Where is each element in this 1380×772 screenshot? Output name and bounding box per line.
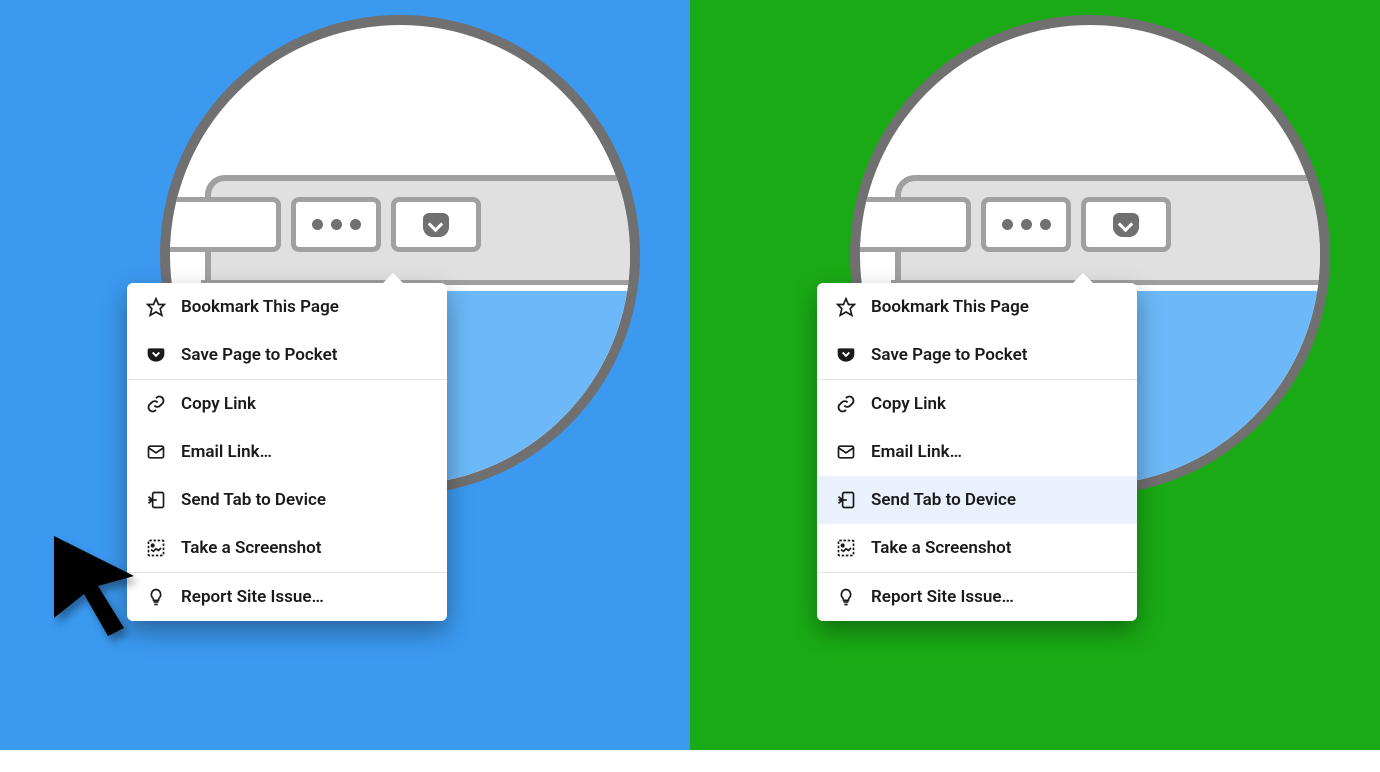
pocket-icon [835,344,857,366]
bulb-icon [145,586,167,608]
page-actions-button[interactable] [291,197,381,252]
menu-item-send-tab[interactable]: Send Tab to Device [817,476,1137,524]
page-actions-button[interactable] [981,197,1071,252]
menu-item-report-issue[interactable]: Report Site Issue… [127,573,447,621]
menu-item-email-link[interactable]: Email Link… [127,428,447,476]
dots-icon [1002,219,1051,230]
menu-item-label: Report Site Issue… [871,587,1014,607]
menu-item-label: Report Site Issue… [181,587,324,607]
url-bar [850,197,971,252]
menu-item-label: Bookmark This Page [181,297,339,317]
menu-item-bookmark[interactable]: Bookmark This Page [127,283,447,331]
menu-item-email-link[interactable]: Email Link… [817,428,1137,476]
url-bar [160,197,281,252]
star-icon [835,296,857,318]
menu-item-copy-link[interactable]: Copy Link [127,380,447,428]
panel-mouse: Bookmark This Page Save Page to Pocket C… [0,0,690,750]
menu-item-label: Copy Link [871,394,946,414]
menu-item-pocket[interactable]: Save Page to Pocket [127,331,447,379]
menu-item-report-issue[interactable]: Report Site Issue… [817,573,1137,621]
menu-item-screenshot[interactable]: Take a Screenshot [127,524,447,572]
pocket-icon [1113,213,1139,237]
browser-toolbar [901,197,1330,267]
link-icon [835,393,857,415]
page-actions-menu: Bookmark This Page Save Page to Pocket C… [817,283,1137,621]
menu-item-pocket[interactable]: Save Page to Pocket [817,331,1137,379]
send-device-icon [835,489,857,511]
menu-item-label: Email Link… [181,442,272,462]
menu-item-send-tab[interactable]: Send Tab to Device [127,476,447,524]
pocket-icon [145,344,167,366]
mail-icon [145,441,167,463]
screenshot-icon [835,537,857,559]
menu-item-label: Save Page to Pocket [871,345,1027,365]
mail-icon [835,441,857,463]
menu-item-label: Send Tab to Device [871,490,1016,510]
pocket-button[interactable] [391,197,481,252]
menu-item-label: Bookmark This Page [871,297,1029,317]
browser-toolbar [211,197,640,267]
menu-item-label: Take a Screenshot [181,538,322,558]
send-device-icon [145,489,167,511]
menu-item-label: Copy Link [181,394,256,414]
link-icon [145,393,167,415]
menu-item-label: Email Link… [871,442,962,462]
menu-item-label: Send Tab to Device [181,490,326,510]
page-actions-menu: Bookmark This Page Save Page to Pocket C… [127,283,447,621]
mouse-cursor-icon [46,528,141,642]
menu-item-bookmark[interactable]: Bookmark This Page [817,283,1137,331]
star-icon [145,296,167,318]
bulb-icon [835,586,857,608]
pocket-button[interactable] [1081,197,1171,252]
menu-item-label: Save Page to Pocket [181,345,337,365]
menu-item-screenshot[interactable]: Take a Screenshot [817,524,1137,572]
dots-icon [312,219,361,230]
screenshot-icon [145,537,167,559]
menu-item-copy-link[interactable]: Copy Link [817,380,1137,428]
panel-touch: Bookmark This Page Save Page to Pocket C… [690,0,1380,750]
pocket-icon [423,213,449,237]
menu-item-label: Take a Screenshot [871,538,1012,558]
